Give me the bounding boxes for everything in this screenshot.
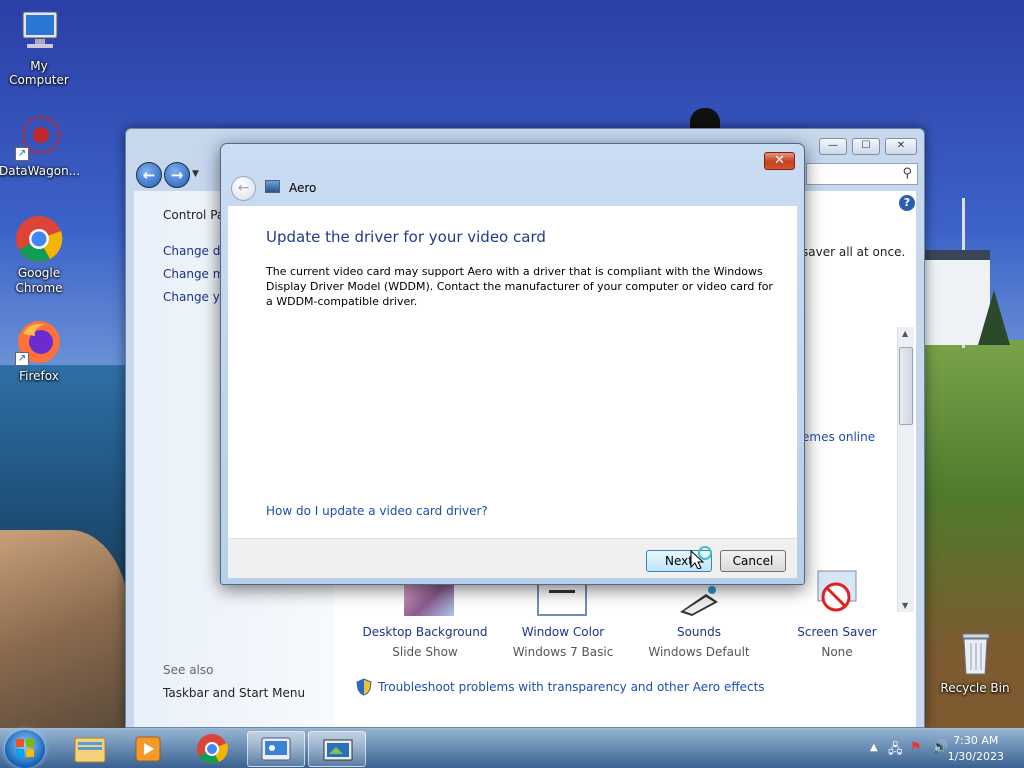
sidebar-link-3[interactable]: Change yo <box>163 290 227 304</box>
show-hidden-icons-icon[interactable]: ▲ <box>870 742 878 753</box>
desktop-icon-firefox[interactable]: ↗ Firefox <box>0 318 79 383</box>
taskbar-control-panel[interactable] <box>247 731 305 767</box>
taskbar-chrome[interactable] <box>186 731 238 767</box>
dialog-close-button[interactable]: ✕ <box>764 152 795 170</box>
clock[interactable]: 7:30 AM 1/30/2023 <box>948 733 1004 765</box>
action-center-flag-icon[interactable]: ⚑ <box>910 740 922 755</box>
shield-icon <box>356 678 372 699</box>
desktop-icon-my-computer[interactable]: My Computer <box>0 8 79 87</box>
shortcut-arrow-icon: ↗ <box>15 147 29 161</box>
mouse-cursor-icon <box>690 545 712 572</box>
datawagon-icon: ↗ <box>15 113 63 161</box>
scroll-down-icon[interactable]: ▼ <box>902 601 908 610</box>
network-icon[interactable]: 🖧 <box>888 740 903 762</box>
control-panel-home-link[interactable]: Control Pa <box>163 208 224 222</box>
taskbar-explorer[interactable] <box>64 731 116 767</box>
back-arrow-icon[interactable]: ← <box>231 176 256 201</box>
taskbar: ▲ 🖧 ⚑ 🔊 7:30 AM 1/30/2023 <box>0 728 1024 768</box>
system-tray: ▲ 🖧 ⚑ 🔊 7:30 AM 1/30/2023 <box>844 729 1024 768</box>
dialog-title: Aero <box>289 181 317 195</box>
search-input[interactable]: ⚲ <box>806 163 918 185</box>
get-more-themes-link[interactable]: emes online <box>802 430 875 444</box>
desktop-icon-label: Recycle Bin <box>940 681 1010 695</box>
desktop-icon-datawagon[interactable]: ↗ DataWagon... <box>0 113 81 178</box>
help-icon[interactable]: ? <box>899 195 915 211</box>
scroll-up-icon[interactable]: ▲ <box>902 329 908 338</box>
aero-app-icon <box>265 180 280 193</box>
minimize-button[interactable]: — <box>819 138 847 155</box>
screen-saver-link[interactable]: Screen Saver <box>772 625 902 639</box>
clock-date: 1/30/2023 <box>947 750 1004 763</box>
dialog-heading: Update the driver for your video card <box>266 228 546 246</box>
sounds-link[interactable]: Sounds <box>634 625 764 639</box>
desktop-icon-label: Firefox <box>19 369 59 383</box>
desktop-background-value: Slide Show <box>392 645 458 659</box>
sounds-icon[interactable] <box>676 584 722 616</box>
desktop-icon-label: My Computer <box>9 59 69 87</box>
window-color-icon[interactable] <box>537 584 587 616</box>
sounds-value: Windows Default <box>648 645 750 659</box>
see-also-heading: See also <box>163 663 214 677</box>
clock-time: 7:30 AM <box>953 734 999 747</box>
desktop-background-link[interactable]: Desktop Background <box>360 625 490 639</box>
start-button[interactable] <box>5 730 45 768</box>
window-color-value: Windows 7 Basic <box>512 645 614 659</box>
taskbar-media-player[interactable] <box>122 731 174 767</box>
themes-scrollbar[interactable]: ▲ ▼ <box>897 327 914 612</box>
aero-dialog: ✕ ← Aero Update the driver for your vide… <box>220 143 805 585</box>
desktop-icon-recycle-bin[interactable]: Recycle Bin <box>935 630 1015 695</box>
volume-icon[interactable]: 🔊 <box>932 740 948 755</box>
taskbar-aero-dialog[interactable] <box>308 731 366 767</box>
firefox-icon: ↗ <box>15 318 63 366</box>
maximize-button[interactable]: ☐ <box>852 138 880 155</box>
desktop-icon-chrome[interactable]: Google Chrome <box>0 215 79 296</box>
close-button[interactable]: ✕ <box>885 138 917 155</box>
desktop-icon-label: Google Chrome <box>15 266 63 295</box>
window-color-link[interactable]: Window Color <box>498 625 628 639</box>
screen-saver-value: None <box>821 645 853 659</box>
recycle-bin-icon <box>955 630 995 678</box>
forward-button[interactable]: → <box>164 162 190 188</box>
troubleshoot-link[interactable]: Troubleshoot problems with transparency … <box>378 680 765 694</box>
wallpaper-rocks <box>0 530 130 730</box>
wallpaper-tree <box>978 290 1010 345</box>
recent-pages-icon[interactable]: ▼ <box>192 169 199 179</box>
dialog-content: Update the driver for your video card Th… <box>228 206 797 538</box>
help-update-driver-link[interactable]: How do I update a video card driver? <box>266 504 488 518</box>
desktop-icon-label: DataWagon... <box>0 164 81 178</box>
cancel-button[interactable]: Cancel <box>720 550 786 572</box>
search-icon: ⚲ <box>902 166 912 181</box>
sidebar-link-2[interactable]: Change m <box>163 267 224 281</box>
sidebar-link-1[interactable]: Change de <box>163 244 228 258</box>
chrome-icon <box>15 215 63 263</box>
desktop-background-icon[interactable] <box>404 584 454 616</box>
shortcut-arrow-icon: ↗ <box>15 352 29 366</box>
scrollbar-thumb[interactable] <box>899 347 913 425</box>
dialog-body-text: The current video card may support Aero … <box>266 265 773 308</box>
screen-saver-icon[interactable] <box>814 569 860 615</box>
computer-icon <box>15 8 63 56</box>
taskbar-start-menu-link[interactable]: Taskbar and Start Menu <box>163 686 305 700</box>
description-text: saver all at once. <box>802 245 906 259</box>
wallpaper-lighthouse <box>690 108 720 130</box>
back-button[interactable]: ← <box>136 162 162 188</box>
